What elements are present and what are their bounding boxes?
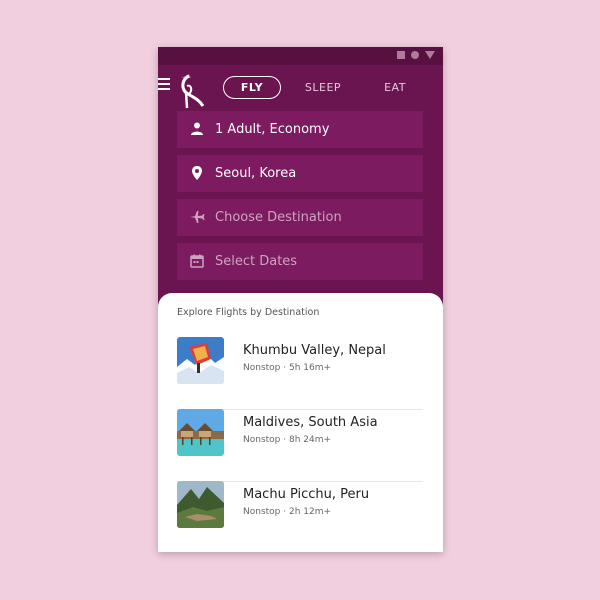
- destination-info: Nonstop · 8h 24m+: [243, 435, 332, 445]
- destination-info: Nonstop · 2h 12m+: [243, 507, 332, 517]
- destination-item-nepal[interactable]: Khumbu Valley, Nepal Nonstop · 5h 16m+: [177, 337, 423, 410]
- crane-logo-icon: [181, 74, 205, 109]
- destination-field[interactable]: Choose Destination: [177, 199, 423, 236]
- dates-placeholder: Select Dates: [215, 254, 298, 269]
- peru-thumbnail: [177, 481, 224, 528]
- signal-icon: [425, 51, 435, 59]
- person-icon: [191, 122, 203, 135]
- destination-item-peru[interactable]: Machu Picchu, Peru Nonstop · 2h 12m+: [177, 481, 423, 552]
- app-window: FLY SLEEP EAT 1 Adult, Economy Seoul, Ko…: [158, 47, 443, 552]
- explore-sheet: Explore Flights by Destination Khumbu Va…: [158, 293, 443, 552]
- tab-sleep[interactable]: SLEEP: [281, 76, 365, 100]
- nepal-thumbnail: [177, 337, 224, 384]
- destination-item-maldives[interactable]: Maldives, South Asia Nonstop · 8h 24m+: [177, 409, 423, 482]
- location-pin-icon: [192, 166, 202, 180]
- destination-info: Nonstop · 5h 16m+: [243, 363, 332, 373]
- tab-bar: FLY SLEEP EAT: [223, 76, 425, 100]
- destination-name: Maldives, South Asia: [243, 415, 378, 430]
- status-bar: [158, 47, 443, 65]
- menu-icon[interactable]: [158, 78, 170, 92]
- search-form: 1 Adult, Economy Seoul, Korea Choose Des…: [177, 111, 423, 287]
- origin-value: Seoul, Korea: [215, 166, 297, 181]
- stop-icon: [397, 51, 405, 59]
- tab-eat[interactable]: EAT: [365, 76, 425, 100]
- travelers-field[interactable]: 1 Adult, Economy: [177, 111, 423, 148]
- calendar-icon: [190, 254, 204, 268]
- destination-placeholder: Choose Destination: [215, 210, 342, 225]
- plane-icon: [190, 211, 205, 223]
- maldives-thumbnail: [177, 409, 224, 456]
- travelers-value: 1 Adult, Economy: [215, 122, 330, 137]
- explore-title: Explore Flights by Destination: [177, 307, 320, 318]
- circle-icon: [411, 51, 419, 59]
- tab-fly[interactable]: FLY: [223, 76, 281, 99]
- destination-name: Machu Picchu, Peru: [243, 487, 370, 502]
- destination-name: Khumbu Valley, Nepal: [243, 343, 386, 358]
- top-bar: FLY SLEEP EAT: [158, 65, 443, 115]
- origin-field[interactable]: Seoul, Korea: [177, 155, 423, 192]
- dates-field[interactable]: Select Dates: [177, 243, 423, 280]
